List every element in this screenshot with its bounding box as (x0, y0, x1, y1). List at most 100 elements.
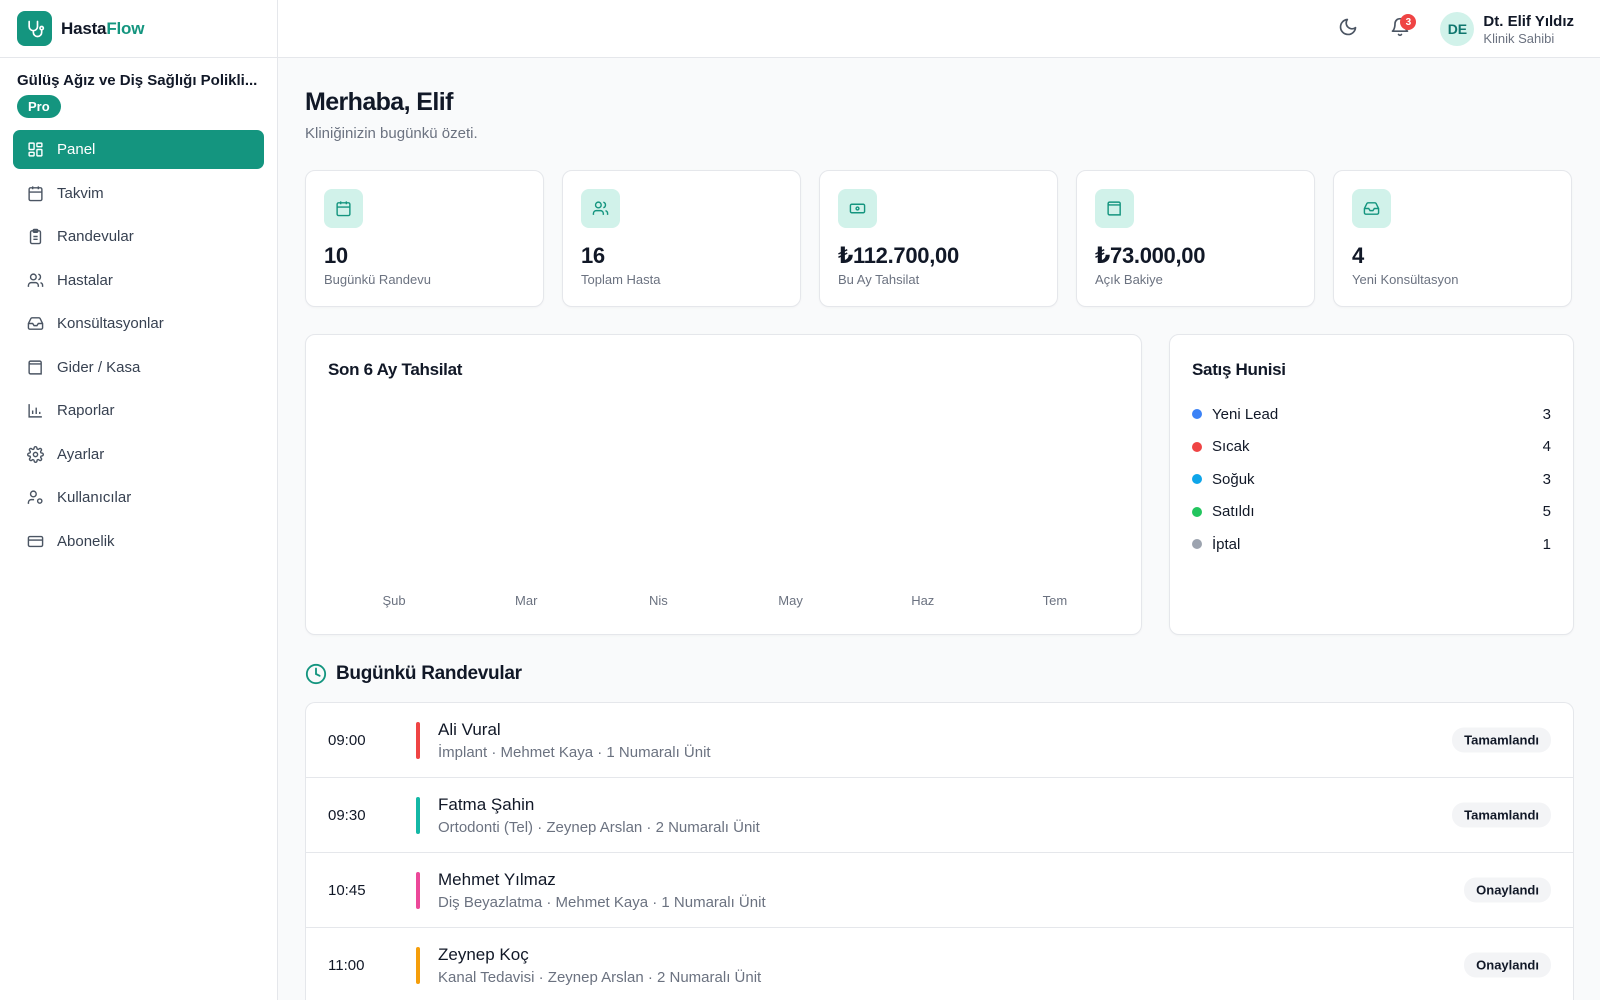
stat-value: ₺73.000,00 (1095, 243, 1206, 268)
appointment-color-bar (416, 871, 420, 909)
funnel-label: İptal (1212, 535, 1241, 553)
sidebar-item-label: Gider / Kasa (57, 358, 141, 376)
sidebar-item-gider-kasa[interactable]: Gider / Kasa (13, 348, 264, 387)
notifications-button[interactable]: 3 (1382, 11, 1418, 47)
theme-toggle-button[interactable] (1330, 11, 1366, 47)
appointment-info: Zeynep Koç Kanal Tedavisi · Zeynep Arsla… (438, 945, 1573, 986)
chart-tick-label: Tem (1043, 593, 1068, 608)
funnel-row: Satıldı 5 (1192, 496, 1551, 529)
funnel-dot (1192, 539, 1202, 550)
appointment-row[interactable]: 11:00 Zeynep Koç Kanal Tedavisi · Zeynep… (306, 928, 1573, 1000)
stat-value: 4 (1352, 243, 1364, 268)
funnel-dot (1192, 474, 1202, 485)
sidebar-item-hastalar[interactable]: Hastalar (13, 261, 264, 300)
chart-tick-label: Mar (515, 593, 538, 608)
funnel-dot (1192, 441, 1202, 452)
appointment-patient-name: Zeynep Koç (438, 944, 529, 964)
sidebar-item-label: Ayarlar (57, 445, 105, 463)
appointment-patient-name: Fatma Şahin (438, 794, 535, 814)
funnel-count: 5 (1542, 503, 1551, 521)
funnel-dot (1192, 409, 1202, 420)
funnel-count: 4 (1542, 438, 1551, 456)
sidebar-item-abonelik[interactable]: Abonelik (13, 522, 264, 561)
brand-name-part1: Hasta (61, 18, 107, 38)
appointment-info: Mehmet Yılmaz Diş Beyazlatma · Mehmet Ka… (438, 870, 1573, 911)
sidebar-item-konsultasyonlar[interactable]: Konsültasyonlar (13, 304, 264, 343)
appointment-time: 11:00 (328, 956, 365, 974)
appointment-time: 10:45 (328, 881, 366, 899)
chart-tick-label: May (778, 593, 803, 608)
stat-label: Bu Ay Tahsilat (838, 272, 920, 287)
appointment-info: Fatma Şahin Ortodonti (Tel) · Zeynep Ars… (438, 795, 1573, 836)
page-title: Merhaba, Elif (305, 88, 453, 116)
sidebar-item-takvim[interactable]: Takvim (13, 174, 264, 213)
sidebar-item-label: Abonelik (57, 532, 115, 550)
gear-icon (26, 445, 44, 463)
appointment-row[interactable]: 09:30 Fatma Şahin Ortodonti (Tel) · Zeyn… (306, 778, 1573, 853)
appointment-time: 09:00 (328, 731, 366, 749)
stat-value: 16 (581, 243, 605, 268)
appointment-color-bar (416, 796, 420, 834)
stat-label: Bugünkü Randevu (324, 272, 431, 287)
brand-name-part2: Flow (106, 18, 145, 38)
funnel-label: Sıcak (1212, 438, 1250, 456)
appointment-time: 09:30 (328, 806, 366, 824)
grid-icon (26, 141, 44, 159)
funnel-row: Sıcak 4 (1192, 431, 1551, 464)
banknote-icon (838, 189, 877, 228)
avatar[interactable]: DE (1440, 12, 1475, 46)
appointment-row[interactable]: 10:45 Mehmet Yılmaz Diş Beyazlatma · Meh… (306, 853, 1573, 928)
sidebar: HastaFlow Gülüş Ağız ve Diş Sağlığı Poli… (0, 0, 278, 1000)
clinic-info: Gülüş Ağız ve Diş Sağlığı Polikli... Pro (0, 58, 277, 118)
sidebar-item-panel[interactable]: Panel (13, 130, 264, 169)
inbox-icon (26, 315, 44, 333)
wallet-icon (26, 358, 44, 376)
appointment-row[interactable]: 09:00 Ali Vural İmplant · Mehmet Kaya · … (306, 703, 1573, 778)
status-badge: Tamamlandı (1452, 727, 1551, 753)
status-badge: Onaylandı (1464, 952, 1551, 978)
calendar-icon (324, 189, 363, 228)
funnel-count: 3 (1542, 470, 1551, 488)
sidebar-item-label: Kullanıcılar (57, 489, 132, 506)
credit-card-icon (26, 532, 44, 550)
appointment-detail: İmplant · Mehmet Kaya · 1 Numaralı Ünit (438, 743, 711, 761)
stat-card-collection: ₺112.700,00 Bu Ay Tahsilat (819, 170, 1058, 307)
appointment-detail: Kanal Tedavisi · Zeynep Arslan · 2 Numar… (438, 968, 762, 986)
appointment-patient-name: Ali Vural (438, 719, 501, 739)
user-name: Dt. Elif Yıldız (1483, 12, 1574, 30)
funnel-count: 3 (1542, 405, 1551, 423)
calendar-icon (26, 184, 44, 202)
plan-badge: Pro (17, 95, 61, 118)
clipboard-icon (26, 228, 44, 246)
users-icon (26, 271, 44, 289)
stats-row: 10 Bugünkü Randevu 16 Toplam Hasta ₺112.… (305, 170, 1574, 307)
clock-icon (305, 663, 327, 685)
sales-funnel-panel: Satış Hunisi Yeni Lead 3 Sıcak 4 Soğuk 3 (1169, 334, 1574, 635)
chart-tick-label: Nis (649, 593, 668, 608)
funnel-row: Yeni Lead 3 (1192, 398, 1551, 431)
status-badge: Tamamlandı (1452, 802, 1551, 828)
user-cog-icon (26, 489, 44, 507)
sidebar-item-label: Konsültasyonlar (57, 315, 164, 332)
stat-card-consultations: 4 Yeni Konsültasyon (1333, 170, 1572, 307)
users-icon (581, 189, 620, 228)
stethoscope-icon (17, 11, 52, 46)
funnel-list: Yeni Lead 3 Sıcak 4 Soğuk 3 Satıldı 5 İp… (1192, 398, 1551, 561)
funnel-dot (1192, 506, 1202, 517)
appointment-detail: Ortodonti (Tel) · Zeynep Arslan · 2 Numa… (438, 818, 760, 836)
wallet-icon (1095, 189, 1134, 228)
user-info[interactable]: Dt. Elif Yıldız Klinik Sahibi (1483, 13, 1574, 46)
sidebar-item-raporlar[interactable]: Raporlar (13, 391, 264, 430)
clinic-name: Gülüş Ağız ve Diş Sağlığı Polikli... (17, 72, 258, 89)
funnel-label: Satıldı (1212, 503, 1255, 521)
stat-label: Açık Bakiye (1095, 272, 1163, 287)
sidebar-item-label: Panel (57, 141, 96, 158)
sidebar-item-randevular[interactable]: Randevular (13, 217, 264, 256)
sidebar-item-kullanicilar[interactable]: Kullanıcılar (13, 478, 264, 517)
topbar: 3 DE Dt. Elif Yıldız Klinik Sahibi (278, 0, 1600, 58)
sidebar-item-ayarlar[interactable]: Ayarlar (13, 435, 264, 474)
sidebar-item-label: Hastalar (57, 271, 113, 289)
brand[interactable]: HastaFlow (0, 0, 277, 58)
appointment-info: Ali Vural İmplant · Mehmet Kaya · 1 Numa… (438, 720, 1573, 761)
appointment-color-bar (416, 721, 420, 759)
